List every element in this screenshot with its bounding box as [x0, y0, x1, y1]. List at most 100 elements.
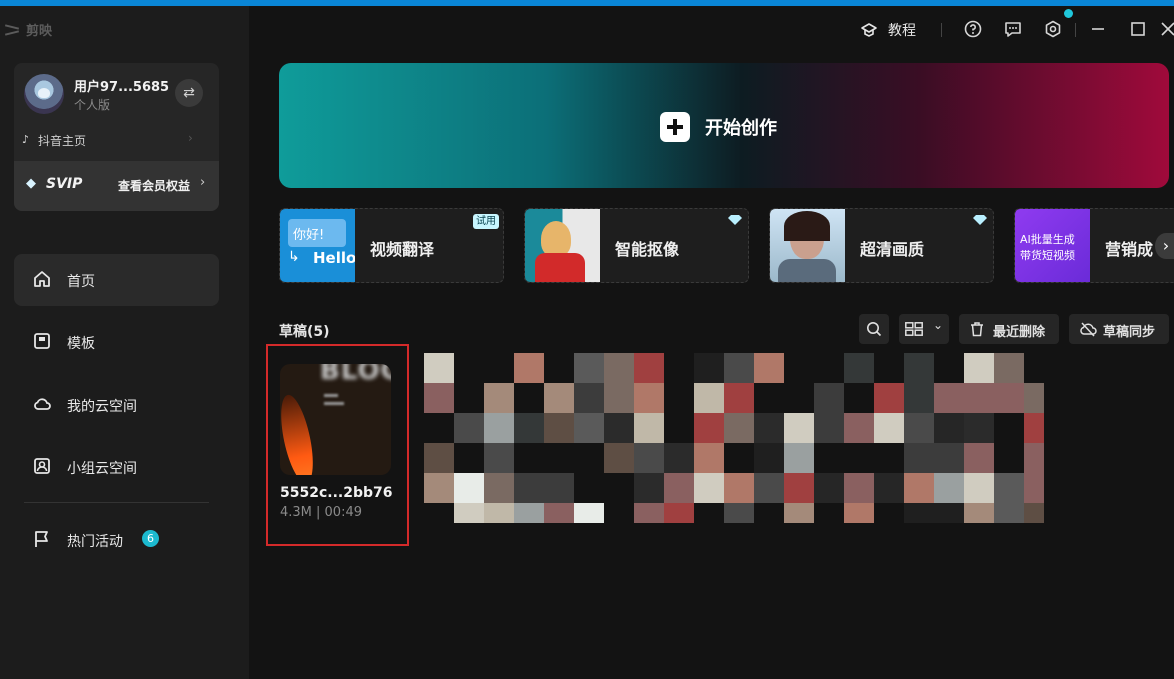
mosaic-pixel [484, 383, 514, 413]
sidebar-item-group-cloud[interactable]: 小组云空间 [14, 441, 219, 493]
features-next-button[interactable]: › [1155, 233, 1174, 259]
draft-sync-label: 草稿同步 [1103, 325, 1156, 340]
search-drafts-button[interactable] [859, 314, 889, 344]
mosaic-pixel [664, 443, 694, 473]
maximize-icon[interactable] [1129, 20, 1147, 38]
mosaic-pixel [514, 413, 544, 443]
douyin-homepage-link[interactable]: ♪ 抖音主页 › [14, 125, 219, 155]
switch-account-button[interactable]: ⇄ [175, 79, 203, 107]
plus-icon [660, 112, 690, 142]
avatar[interactable] [24, 74, 64, 114]
mosaic-pixel [994, 353, 1024, 383]
recent-delete-button[interactable]: 最近删除 [959, 314, 1059, 344]
chevron-right-icon: › [200, 175, 206, 190]
mosaic-pixel [544, 473, 574, 503]
grid-view-icon [905, 322, 923, 336]
toolbar-divider [941, 23, 942, 37]
mosaic-pixel [934, 413, 964, 443]
mosaic-pixel [724, 413, 754, 443]
feature-label: 智能抠像 [615, 240, 680, 259]
mosaic-pixel [904, 443, 934, 473]
switch-icon: ⇄ [183, 85, 195, 101]
thumb-text-blog: BLOG [320, 364, 391, 386]
mosaic-pixel [844, 503, 874, 523]
start-creating-banner[interactable]: 开始创作 [279, 63, 1169, 188]
mosaic-pixel [694, 443, 724, 473]
mosaic-pixel [844, 473, 874, 503]
mosaic-pixel [934, 383, 964, 413]
draft-sync-button[interactable]: 草稿同步 [1069, 314, 1169, 344]
chevron-right-icon: › [1162, 236, 1170, 255]
sidebar-item-my-cloud[interactable]: 我的云空间 [14, 379, 219, 431]
feature-label: 超清画质 [860, 240, 925, 259]
mosaic-pixel [604, 353, 634, 383]
svip-benefit-link[interactable]: 查看会员权益 [118, 177, 190, 194]
diamond-icon [728, 215, 742, 225]
trial-badge: 试用 [473, 214, 499, 229]
help-icon[interactable] [964, 20, 982, 38]
feature-super-resolution[interactable]: 超清画质 [769, 208, 994, 283]
mosaic-pixel [454, 413, 484, 443]
mosaic-pixel [544, 503, 574, 523]
drafts-title: 草稿(5) [279, 324, 330, 340]
sidebar-item-label: 首页 [67, 274, 95, 290]
sidebar-divider [24, 502, 209, 503]
mosaic-pixel [694, 473, 724, 503]
close-icon[interactable] [1159, 20, 1174, 38]
mosaic-pixel [694, 353, 724, 383]
sidebar-item-label: 我的云空间 [67, 399, 137, 415]
mosaic-pixel [724, 473, 754, 503]
feature-smart-cutout[interactable]: 智能抠像 [524, 208, 749, 283]
mosaic-pixel [904, 353, 934, 383]
mosaic-pixel [424, 443, 454, 473]
jianying-logo-icon [4, 24, 22, 36]
draft-name: 5552c...2bb76 [280, 485, 393, 501]
start-creating-label: 开始创作 [705, 118, 777, 139]
user-name[interactable]: 用户97...5685 [74, 76, 169, 95]
chevron-down-icon: ⌄ [933, 318, 944, 332]
feature-marketing[interactable]: AI批量生成 带货短视频 营销成 [1014, 208, 1174, 283]
mosaic-pixel [904, 503, 934, 523]
mosaic-pixel [994, 473, 1024, 503]
tiktok-icon: ♪ [22, 133, 30, 146]
trash-icon [971, 322, 983, 337]
mosaic-pixel [784, 503, 814, 523]
draft-card-selected[interactable]: BLOG 5552c...2bb76 4.3M | 00:49 [266, 344, 409, 546]
mosaic-pixel [904, 383, 934, 413]
sidebar-item-hot-events[interactable]: 热门活动 6 [14, 514, 219, 566]
mosaic-pixel [1024, 503, 1044, 523]
mosaic-pixel [814, 413, 844, 443]
mosaic-pixel [694, 383, 724, 413]
mosaic-pixel [814, 473, 844, 503]
diamond-icon [973, 215, 987, 225]
minimize-icon[interactable] [1089, 20, 1107, 38]
sidebar-item-label: 模板 [67, 336, 95, 352]
mosaic-pixel [634, 473, 664, 503]
mosaic-pixel [874, 383, 904, 413]
app-logo-text: 剪映 [26, 24, 53, 39]
tutorial-button[interactable]: 教程 [860, 20, 916, 40]
feature-video-translate[interactable]: 你好! ↳ Hello 视频翻译 试用 [279, 208, 504, 283]
cloud-off-icon [1080, 322, 1097, 337]
mosaic-pixel [844, 413, 874, 443]
thumb-text-ecommerce: 带货短视频 [1020, 249, 1075, 262]
view-mode-button[interactable]: ⌄ [899, 314, 949, 344]
feedback-icon[interactable] [1004, 20, 1022, 38]
settings-notification-dot [1064, 9, 1073, 18]
sidebar-item-templates[interactable]: 模板 [14, 316, 219, 368]
mosaic-pixel [964, 503, 994, 523]
mosaic-pixel [874, 473, 904, 503]
pixelated-drafts [424, 353, 1044, 523]
svip-label: SVIP [46, 176, 83, 192]
mosaic-pixel [574, 353, 604, 383]
thumb-text-ai: AI批量生成 [1020, 233, 1075, 246]
mosaic-pixel [904, 473, 934, 503]
svip-banner[interactable]: ◆ SVIP 查看会员权益 › [14, 161, 219, 211]
flag-icon [35, 531, 48, 547]
mosaic-pixel [604, 413, 634, 443]
mosaic-pixel [754, 413, 784, 443]
settings-icon[interactable] [1044, 20, 1062, 38]
sidebar-item-home[interactable]: 首页 [14, 254, 219, 306]
mosaic-pixel [844, 353, 874, 383]
mosaic-pixel [664, 503, 694, 523]
